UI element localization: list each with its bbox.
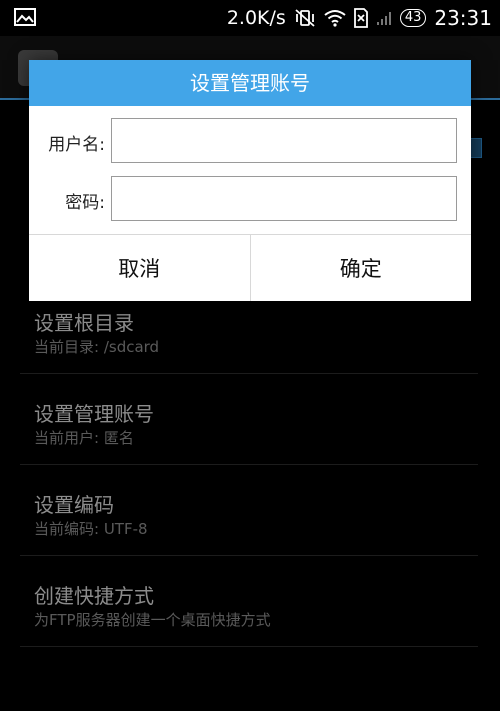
setting-title: 创建快捷方式	[34, 584, 154, 608]
setting-subtitle: 当前目录: /sdcard	[34, 338, 160, 356]
settings-list: 设置根目录 当前目录: /sdcard 设置管理账号 当前用户: 匿名 设置编码…	[20, 283, 478, 647]
wifi-icon	[324, 9, 346, 27]
setting-title: 设置根目录	[34, 311, 134, 335]
dialog-title: 设置管理账号	[29, 60, 471, 106]
setting-subtitle: 当前编码: UTF-8	[34, 520, 148, 538]
setting-title: 设置编码	[34, 493, 114, 517]
password-label: 密码:	[65, 193, 105, 213]
clock: 23:31	[434, 6, 492, 30]
admin-account-dialog: 设置管理账号 用户名: 密码: 取消 确定	[29, 60, 471, 301]
setting-subtitle: 为FTP服务器创建一个桌面快捷方式	[34, 611, 271, 629]
mute-vibrate-icon	[294, 8, 316, 28]
setting-subtitle: 当前用户: 匿名	[34, 429, 134, 447]
network-speed: 2.0K/s	[226, 7, 286, 29]
dialog-button-bar: 取消 确定	[29, 234, 471, 301]
username-row: 用户名:	[29, 118, 471, 166]
setting-admin-account: 设置管理账号 当前用户: 匿名	[20, 374, 478, 465]
username-input[interactable]	[111, 118, 457, 163]
ok-button[interactable]: 确定	[249, 235, 471, 301]
battery-level: 43	[399, 9, 427, 27]
username-label: 用户名:	[48, 135, 105, 155]
password-input[interactable]	[111, 176, 457, 221]
setting-encoding: 设置编码 当前编码: UTF-8	[20, 465, 478, 556]
status-bar: 2.0K/s 43 23:31	[0, 0, 500, 36]
cancel-button[interactable]: 取消	[29, 235, 250, 301]
setting-create-shortcut: 创建快捷方式 为FTP服务器创建一个桌面快捷方式	[20, 556, 478, 647]
image-icon	[14, 8, 36, 26]
setting-title: 设置管理账号	[34, 402, 154, 426]
password-row: 密码:	[29, 176, 471, 224]
sim-icon	[353, 8, 368, 28]
signal-icon	[376, 10, 392, 26]
